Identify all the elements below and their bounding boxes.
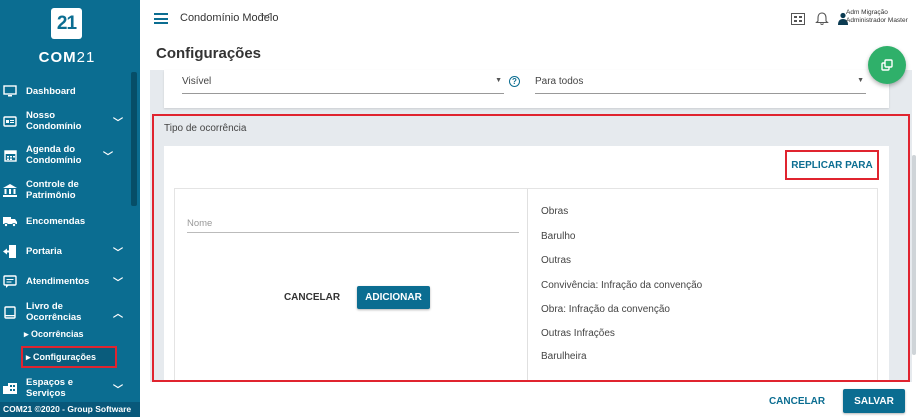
copy-icon — [880, 58, 893, 71]
sidebar-item-dashboard[interactable]: Dashboard — [0, 84, 131, 98]
logo-text: COM21 — [0, 49, 134, 66]
section-highlight — [152, 114, 910, 382]
sidebar-item-espacos[interactable]: Espaços e Serviços ﹀ — [0, 377, 131, 399]
caret-down-icon: ▼ — [857, 77, 864, 84]
sidebar-item-atendimentos[interactable]: Atendimentos ﹀ — [0, 274, 131, 289]
logo-name-thin: 21 — [76, 49, 96, 66]
visibility-select-value: Visível — [182, 76, 212, 87]
logo-mark: 21 — [51, 8, 82, 39]
visibility-select[interactable]: Visível ▼ — [182, 76, 504, 94]
sidebar-item-agenda[interactable]: Agenda do Condomínio ﹀ — [0, 143, 131, 167]
user-role: Administrador Master — [846, 17, 908, 24]
bank-icon — [3, 183, 17, 197]
sidebar-item-label: Atendimentos — [26, 275, 90, 287]
calendar-icon — [3, 148, 17, 162]
topbar: Condomínio Modelo ﹀ Adm Migração Adminis… — [140, 0, 916, 38]
sidebar-item-encomendas[interactable]: Encomendas — [0, 214, 131, 228]
sidebar-subitem-ocorrencias[interactable]: ▸ Ocorrências — [24, 329, 84, 340]
truck-icon — [3, 214, 17, 228]
save-button[interactable]: SALVAR — [843, 389, 905, 413]
user-info: Adm Migração Administrador Master — [846, 9, 908, 25]
page-title: Configurações — [156, 45, 262, 62]
copy-fab-button[interactable] — [868, 46, 906, 84]
sidebar-scrollbar[interactable] — [131, 72, 137, 206]
chevron-down-icon: ﹀ — [103, 151, 113, 163]
sidebar-item-label: Portaria — [26, 245, 62, 257]
page-scrollbar[interactable] — [912, 155, 916, 355]
sidebar-item-label: Controle de Patrimônio — [26, 179, 79, 201]
chevron-down-icon: ﹀ — [113, 247, 123, 259]
bell-icon[interactable] — [815, 12, 829, 26]
caret-down-icon: ▼ — [495, 77, 502, 84]
sidebar-item-portaria[interactable]: Portaria ﹀ — [0, 244, 131, 259]
id-card-icon — [3, 114, 17, 128]
logo-name-bold: COM — [38, 49, 77, 66]
monitor-icon — [3, 84, 17, 98]
building-icon — [3, 381, 17, 395]
help-icon[interactable]: ? — [509, 76, 520, 87]
sidebar-subitem-configuracoes[interactable]: ▸ Configurações — [21, 346, 117, 368]
sidebar-item-patrimonio[interactable]: Controle de Patrimônio — [0, 179, 131, 201]
user-name: Adm Migração — [846, 9, 888, 16]
keypad-icon[interactable] — [791, 12, 805, 26]
chevron-down-icon: ﹀ — [113, 117, 123, 129]
menu-icon[interactable] — [154, 13, 168, 24]
chevron-down-icon: ﹀ — [113, 277, 123, 289]
footer-cancel-button[interactable]: CANCELAR — [762, 391, 832, 411]
sidebar-item-label: Agenda do Condomínio — [26, 144, 82, 166]
visibility-card: Visível ▼ ? Para todos ▼ — [164, 70, 889, 108]
sidebar-item-label: Encomendas — [26, 215, 86, 227]
chevron-down-icon[interactable]: ﹀ — [260, 10, 271, 26]
sidebar-footer: COM21 ©2020 - Group Software — [0, 402, 140, 417]
chevron-down-icon: ﹀ — [113, 384, 123, 396]
sidebar-item-label: Espaços e Serviços — [26, 377, 73, 399]
book-icon — [3, 305, 17, 319]
door-icon — [3, 244, 17, 258]
chevron-up-icon: ︿ — [113, 308, 123, 320]
sidebar-item-label: Nosso Condomínio — [26, 110, 82, 132]
sidebar-item-nosso-condominio[interactable]: Nosso Condomínio ﹀ — [0, 110, 131, 132]
sidebar: 21 COM21 Dashboard Nosso Condomínio ﹀ Ag… — [0, 0, 140, 417]
sidebar-item-label: Livro de Ocorrências — [26, 301, 82, 323]
chat-icon — [3, 274, 17, 288]
sidebar-item-label: Dashboard — [26, 85, 76, 97]
sidebar-item-livro-ocorrencias[interactable]: Livro de Ocorrências ︿ — [0, 301, 131, 323]
audience-select-value: Para todos — [535, 76, 584, 87]
audience-select[interactable]: Para todos ▼ — [535, 76, 866, 94]
